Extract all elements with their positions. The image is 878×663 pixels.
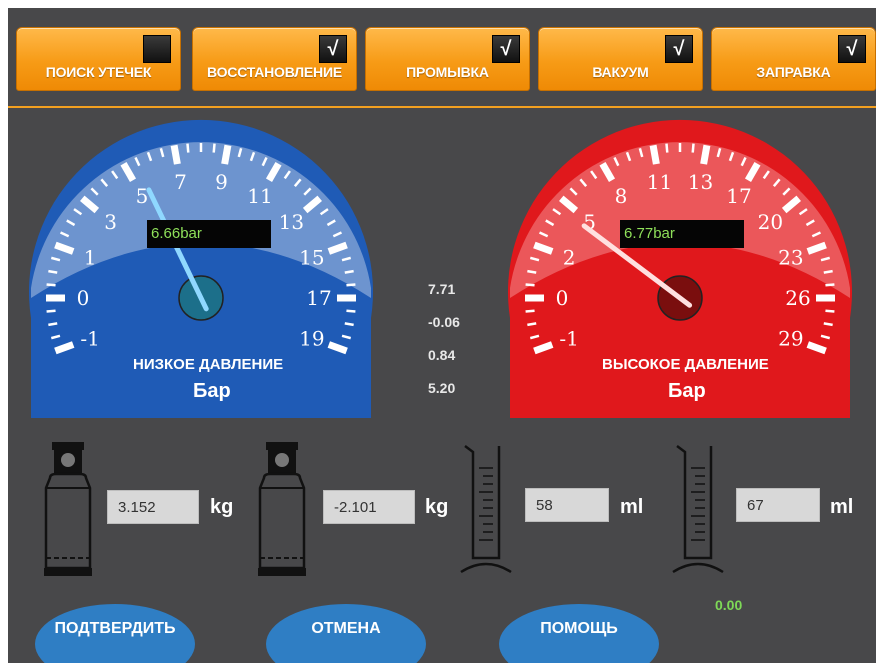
dial-tick xyxy=(525,283,535,287)
dial-tick xyxy=(823,269,833,274)
dial-scale-label: 7 xyxy=(174,170,187,194)
confirm-button[interactable]: ПОДТВЕРДИТЬ xyxy=(35,604,195,663)
side-value: 7.71 xyxy=(428,281,456,297)
dial-scale-label: 20 xyxy=(758,210,783,234)
dial-tick xyxy=(346,283,356,287)
dial-tick xyxy=(48,322,58,327)
tab-flush[interactable]: √ ПРОМЫВКА xyxy=(365,27,530,91)
tab-vacuum[interactable]: √ ВАКУУМ xyxy=(538,27,703,91)
tab-label: ПРОМЫВКА xyxy=(406,64,489,80)
status-value: 0.00 xyxy=(715,597,743,613)
bottle1-unit: kg xyxy=(210,496,234,518)
cancel-button-label: ОТМЕНА xyxy=(311,620,381,637)
tab-checkbox[interactable]: √ xyxy=(838,35,866,63)
tab-charge[interactable]: √ ЗАПРАВКА xyxy=(711,27,876,91)
dial-tick xyxy=(186,143,190,153)
dial-tick xyxy=(346,309,356,313)
refrigerant-bottle-icon xyxy=(44,442,92,576)
dial-tick xyxy=(665,143,669,153)
tab-checkbox[interactable]: √ xyxy=(665,35,693,63)
high-pressure-readout: 6.77bar xyxy=(620,220,744,248)
help-button[interactable]: ПОМОЩЬ xyxy=(499,604,659,663)
low-pressure-unit: Бар xyxy=(193,380,231,402)
dial-scale-label: 26 xyxy=(785,286,810,310)
app-window: ПОИСК УТЕЧЕК √ ВОССТАНОВЛЕНИЕ √ ПРОМЫВКА… xyxy=(8,8,876,663)
dial-tick xyxy=(825,309,835,313)
dial-tick xyxy=(46,283,56,287)
dial-scale-label: -1 xyxy=(559,326,578,350)
bottle2-weight-field[interactable]: -2.101 xyxy=(323,490,415,524)
dial-tick xyxy=(691,143,695,153)
dial-scale-label: 0 xyxy=(77,286,90,310)
dial-tick xyxy=(212,143,216,153)
cancel-button[interactable]: ОТМЕНА xyxy=(266,604,426,663)
dial-scale-label: 11 xyxy=(647,170,672,194)
dial-tick xyxy=(700,144,711,165)
dial-tick xyxy=(527,322,537,327)
high-pressure-unit: Бар xyxy=(668,380,706,402)
tab-label: ЗАПРАВКА xyxy=(756,64,831,80)
dial-tick xyxy=(221,144,232,165)
dial-scale-label: 3 xyxy=(104,210,117,234)
refrigerant-bottle-icon xyxy=(258,442,306,576)
dial-scale-label: 23 xyxy=(778,246,803,270)
dial-scale-label: 9 xyxy=(215,170,228,194)
dial-tick xyxy=(344,269,354,274)
cylinder1-volume-field[interactable]: 58 xyxy=(525,488,609,522)
high-pressure-title: ВЫСОКОЕ ДАВЛЕНИЕ xyxy=(602,356,769,373)
tab-recovery[interactable]: √ ВОССТАНОВЛЕНИЕ xyxy=(192,27,357,91)
dial-scale-label: 19 xyxy=(299,326,324,350)
high-pressure-gauge: -1 0 2 5 8 11 13 17 20 23 26 29 6.77bar ВЫСОКОЕ ДАВ… xyxy=(500,108,860,418)
dial-tick xyxy=(527,269,537,274)
dial-tick xyxy=(823,322,833,327)
dial-tick xyxy=(649,144,660,165)
measuring-cylinder-icon xyxy=(672,445,724,574)
mode-tab-bar: ПОИСК УТЕЧЕК √ ВОССТАНОВЛЕНИЕ √ ПРОМЫВКА… xyxy=(8,8,876,108)
cylinder1-unit: ml xyxy=(620,496,644,518)
side-value: 5.20 xyxy=(428,380,456,396)
dial-scale-label: 15 xyxy=(299,246,324,270)
dial-scale-label: 1 xyxy=(84,246,97,270)
dial-scale-label: 13 xyxy=(688,170,713,194)
dial-scale-label: 13 xyxy=(279,210,304,234)
dial-tick xyxy=(344,322,354,327)
tab-checkbox[interactable]: √ xyxy=(492,35,520,63)
check-icon: √ xyxy=(673,38,685,60)
check-icon: √ xyxy=(500,38,512,60)
dial-scale-label: 17 xyxy=(726,184,751,208)
dial-scale-label: 11 xyxy=(247,184,272,208)
dial-tick xyxy=(825,283,835,287)
check-icon: √ xyxy=(327,38,339,60)
cylinder2-volume-field[interactable]: 67 xyxy=(736,488,820,522)
dial-tick xyxy=(170,144,181,165)
low-pressure-gauge: -1 0 1 3 5 7 9 11 13 15 17 19 6.66bar НИЗКОЕ ДАВЛЕН… xyxy=(21,108,381,418)
tab-label: ПОИСК УТЕЧЕК xyxy=(45,64,152,80)
dial-tick xyxy=(46,309,56,313)
help-button-label: ПОМОЩЬ xyxy=(540,620,618,637)
dial-scale-label: 17 xyxy=(306,286,331,310)
tab-label: ВОССТАНОВЛЕНИЕ xyxy=(207,64,342,80)
confirm-button-label: ПОДТВЕРДИТЬ xyxy=(54,620,176,637)
dial-tick xyxy=(48,269,58,274)
side-value: -0.06 xyxy=(428,314,460,330)
check-icon: √ xyxy=(846,38,858,60)
dial-scale-label: 0 xyxy=(556,286,569,310)
tab-leak-search[interactable]: ПОИСК УТЕЧЕК xyxy=(16,27,181,91)
dial-scale-label: 5 xyxy=(136,184,149,208)
dial-scale-label: -1 xyxy=(80,326,99,350)
low-pressure-readout: 6.66bar xyxy=(147,220,271,248)
measuring-cylinder-icon xyxy=(460,445,512,574)
tab-checkbox[interactable] xyxy=(143,35,171,63)
dial-scale-label: 2 xyxy=(563,246,576,270)
side-value: 0.84 xyxy=(428,347,456,363)
bottle1-weight-field[interactable]: 3.152 xyxy=(107,490,199,524)
bottle2-unit: kg xyxy=(425,496,449,518)
dial-scale-label: 29 xyxy=(778,326,803,350)
tab-label: ВАКУУМ xyxy=(592,64,649,80)
tab-checkbox[interactable]: √ xyxy=(319,35,347,63)
dial-scale-label: 8 xyxy=(615,184,628,208)
cylinder2-unit: ml xyxy=(830,496,854,518)
dial-tick xyxy=(525,309,535,313)
low-pressure-title: НИЗКОЕ ДАВЛЕНИЕ xyxy=(133,356,284,373)
